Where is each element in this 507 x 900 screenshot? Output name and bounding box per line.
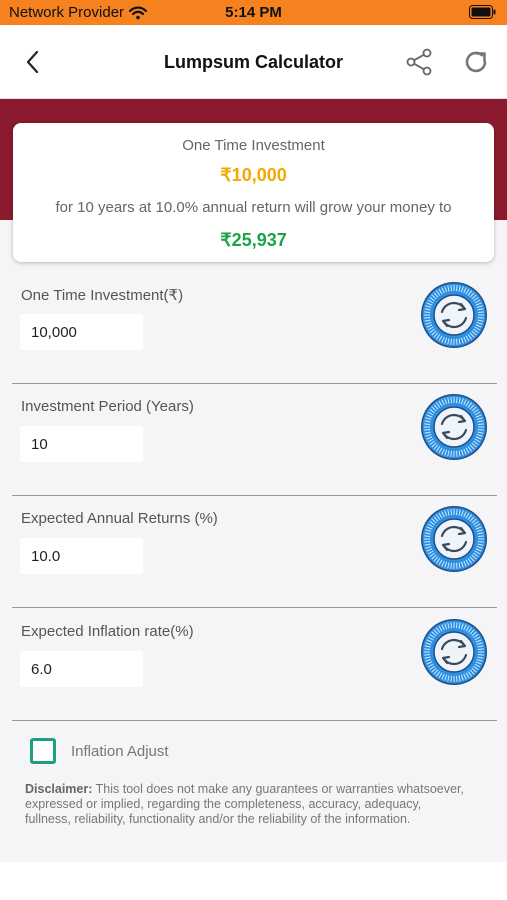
disclaimer-prefix: Disclaimer: xyxy=(25,782,93,796)
summary-maturity-amount: ₹25,937 xyxy=(220,230,287,250)
status-time: 5:14 PM xyxy=(225,4,282,21)
divider xyxy=(12,607,497,608)
inflation-rate-input[interactable] xyxy=(20,651,143,687)
field-inflation-rate: Expected Inflation rate(%) xyxy=(0,609,507,721)
divider xyxy=(12,720,497,721)
field-expected-returns: Expected Annual Returns (%) xyxy=(0,496,507,608)
summary-description: for 10 years at 10.0% annual return will… xyxy=(55,199,452,216)
refresh-icon[interactable] xyxy=(461,47,491,77)
disclaimer: Disclaimer: This tool does not make any … xyxy=(25,782,465,827)
rotate-dial-icon[interactable] xyxy=(420,618,488,686)
rotate-dial-icon[interactable] xyxy=(420,393,488,461)
nav-bar: Lumpsum Calculator xyxy=(0,25,507,99)
status-bar: Network Provider 5:14 PM xyxy=(0,0,507,25)
summary-investment-amount: ₹10,000 xyxy=(220,165,287,185)
expected-returns-input[interactable] xyxy=(20,538,143,574)
inflation-adjust-label: Inflation Adjust xyxy=(71,742,169,760)
inflation-adjust-toggle[interactable]: Inflation Adjust xyxy=(30,737,169,765)
rotate-dial-icon[interactable] xyxy=(420,281,488,349)
share-icon[interactable] xyxy=(404,47,434,77)
field-investment-period: Investment Period (Years) xyxy=(0,384,507,496)
investment-period-input[interactable] xyxy=(20,426,143,462)
field-label: One Time Investment(₹) xyxy=(21,287,184,304)
field-label: Investment Period (Years) xyxy=(21,398,194,415)
field-investment-amount: One Time Investment(₹) xyxy=(0,272,507,384)
summary-label: One Time Investment xyxy=(182,137,325,154)
field-label: Expected Inflation rate(%) xyxy=(21,623,194,640)
result-summary-card: One Time Investment ₹10,000 for 10 years… xyxy=(13,123,494,262)
investment-amount-input[interactable] xyxy=(20,314,143,350)
inflation-adjust-checkbox[interactable] xyxy=(30,738,56,764)
field-label: Expected Annual Returns (%) xyxy=(21,510,218,527)
battery-icon xyxy=(469,5,496,19)
rotate-dial-icon[interactable] xyxy=(420,505,488,573)
